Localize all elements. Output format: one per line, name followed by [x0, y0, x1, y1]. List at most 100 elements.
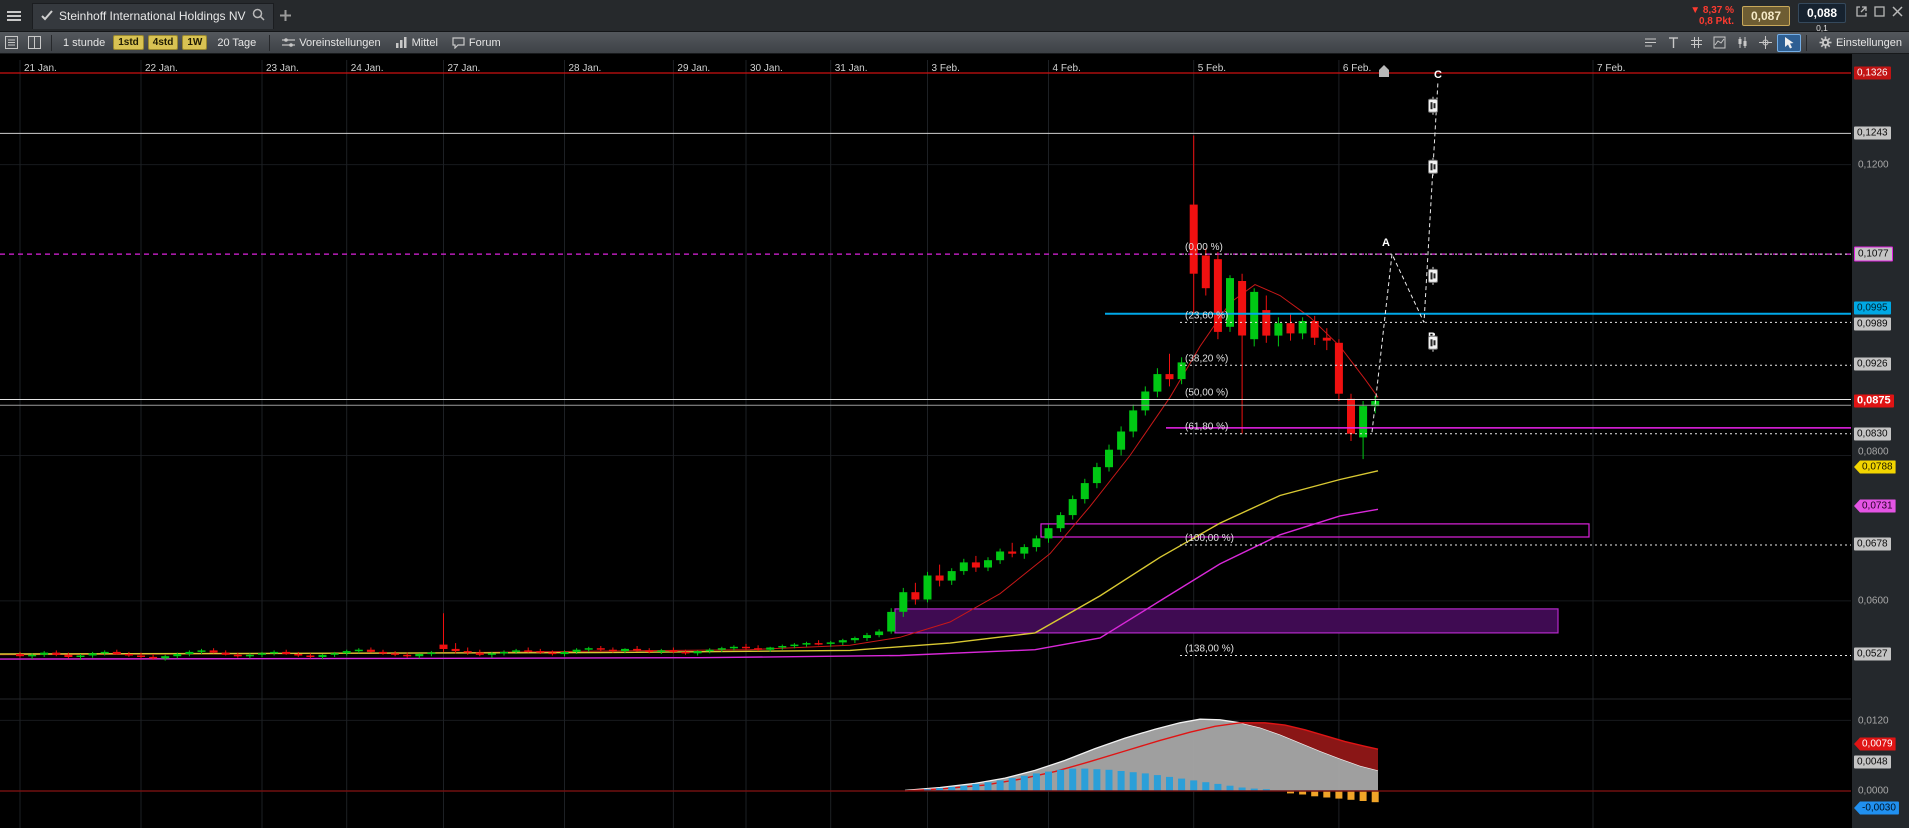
- zone-box: [1040, 523, 1590, 538]
- text-tool-icon[interactable]: [1662, 32, 1685, 53]
- topbar: Steinhoff International Holdings NV ▼ 8,…: [0, 0, 1909, 33]
- histogram-bar: [1153, 775, 1161, 791]
- histogram-bar: [1214, 783, 1222, 791]
- date-axis: 21 Jan. 22 Jan. 23 Jan. 24 Jan. 27 Jan. 28 Ja…: [19, 60, 1625, 828]
- svg-text:23 Jan.: 23 Jan.: [266, 63, 299, 74]
- svg-text:5 Feb.: 5 Feb.: [1198, 63, 1226, 74]
- histogram-bar: [1335, 791, 1343, 799]
- axis-price-label: 0,0830: [1854, 427, 1891, 441]
- ask-wrap: 0,088 0,1: [1798, 0, 1846, 33]
- svg-text:28 Jan.: 28 Jan.: [569, 63, 602, 74]
- chart-toolbar: 1 stunde 1std 4std 1W 20 Tage Voreinstel…: [0, 32, 1909, 54]
- axis-price-label: 0,0079: [1854, 737, 1896, 751]
- histogram-bar: [972, 783, 980, 791]
- svg-text:21 Jan.: 21 Jan.: [24, 63, 57, 74]
- histogram-bar: [1105, 769, 1113, 791]
- menu-icon[interactable]: [0, 0, 28, 31]
- svg-text:30 Jan.: 30 Jan.: [750, 63, 783, 74]
- instrument-title: Steinhoff International Holdings NV: [59, 9, 246, 23]
- crosshair-icon[interactable]: [1754, 32, 1777, 53]
- popout-icon[interactable]: [1854, 3, 1869, 22]
- list-view-icon[interactable]: [0, 32, 23, 53]
- panels-icon[interactable]: [23, 32, 46, 53]
- fib-label: (0,00 %): [1185, 242, 1223, 253]
- axis-price-label: 0,0926: [1854, 357, 1891, 371]
- add-tab-button[interactable]: [274, 0, 297, 31]
- timeframe-4std-button[interactable]: 4std: [147, 35, 179, 50]
- search-icon[interactable]: [252, 8, 265, 24]
- fib-label: (23,60 %): [1185, 310, 1228, 321]
- histogram-bar: [1081, 768, 1089, 791]
- voreinstellungen-button[interactable]: Voreinstellungen: [275, 32, 387, 53]
- compare-icon[interactable]: [1708, 32, 1731, 53]
- chart-type-icon[interactable]: [1731, 32, 1754, 53]
- fib-label: (38,20 %): [1185, 353, 1228, 364]
- histogram-bar: [1166, 776, 1173, 791]
- histogram-bar: [1178, 778, 1186, 791]
- svg-text:27 Jan.: 27 Jan.: [448, 63, 481, 74]
- pattern-flag-icon: [1428, 98, 1438, 113]
- svg-text:6 Feb.: 6 Feb.: [1343, 63, 1371, 74]
- pattern-flag-icon: [1428, 159, 1438, 174]
- axis-price-label: 0,0527: [1854, 647, 1891, 661]
- histogram-bar: [1371, 791, 1379, 803]
- axis-price-label: 0,0120: [1858, 715, 1889, 727]
- chart-container: 21 Jan. 22 Jan. 23 Jan. 24 Jan. 27 Jan. 28 Ja…: [0, 54, 1909, 828]
- chart-check-icon: [41, 9, 53, 24]
- pattern-flag-icon: [1428, 268, 1438, 283]
- histogram-bar: [1129, 772, 1137, 791]
- chart-marker-icon: [1379, 65, 1389, 77]
- window-controls: [1854, 0, 1905, 32]
- separator: [269, 34, 271, 51]
- price-chart[interactable]: 21 Jan. 22 Jan. 23 Jan. 24 Jan. 27 Jan. 28 Ja…: [0, 54, 1851, 828]
- histogram-bar: [1117, 771, 1125, 791]
- histogram-bar: [996, 780, 1004, 791]
- fib-label: (100,00 %): [1185, 533, 1234, 544]
- change-points: 0,8 Pkt.: [1698, 16, 1734, 27]
- range-label[interactable]: 20 Tage: [217, 37, 256, 49]
- zone-box: [894, 608, 1559, 634]
- instrument-tab[interactable]: Steinhoff International Holdings NV: [32, 2, 274, 29]
- axis-price-label: 0,0600: [1858, 595, 1889, 607]
- svg-text:22 Jan.: 22 Jan.: [145, 63, 178, 74]
- timeframe-1std-button[interactable]: 1std: [113, 35, 144, 50]
- axis-price-label: 0,0995: [1854, 301, 1891, 315]
- axis-price-label: 0,0875: [1854, 394, 1894, 408]
- news-icon[interactable]: [1639, 32, 1662, 53]
- sliders-icon: [282, 38, 296, 47]
- histogram-bar: [1069, 768, 1077, 791]
- svg-text:24 Jan.: 24 Jan.: [351, 63, 384, 74]
- close-icon[interactable]: [1890, 3, 1905, 22]
- projection-label: A: [1382, 237, 1390, 249]
- timeframe-1w-button[interactable]: 1W: [182, 35, 208, 50]
- cursor-tool-icon[interactable]: [1776, 33, 1801, 52]
- histogram-bar: [984, 782, 992, 791]
- histogram-bar: [1190, 780, 1198, 791]
- fib-label: (138,00 %): [1185, 644, 1234, 655]
- axis-price-label: 0,0678: [1854, 537, 1891, 551]
- price-axis[interactable]: 0,1326 0,1243 0,1200 0,1077 0,0995 0,0989 0,09…: [1851, 54, 1909, 828]
- histogram-bar: [1141, 773, 1149, 791]
- histogram-bar: [1226, 785, 1234, 791]
- svg-text:3 Feb.: 3 Feb.: [932, 63, 960, 74]
- histogram-bar: [1347, 791, 1355, 800]
- axis-price-label: 0,0000: [1858, 785, 1889, 797]
- axis-price-label: 0,1326: [1854, 66, 1891, 80]
- histogram-bar: [1202, 782, 1210, 791]
- histogram-bar: [960, 785, 968, 791]
- einstellungen-button[interactable]: Einstellungen: [1812, 32, 1909, 53]
- ask-price[interactable]: 0,088: [1798, 3, 1846, 23]
- timeframe-label[interactable]: 1 stunde: [63, 37, 105, 49]
- fib-label: (50,00 %): [1185, 388, 1228, 399]
- bid-price[interactable]: 0,087: [1742, 6, 1790, 26]
- histogram-bar: [1323, 791, 1331, 798]
- quote-panel: ▼ 8,37 % 0,8 Pkt. 0,087 0,088 0,1: [1690, 0, 1905, 33]
- indicator-icon: [395, 37, 407, 48]
- fib-label: (61,80 %): [1185, 422, 1228, 433]
- maximize-icon[interactable]: [1872, 3, 1887, 22]
- mittel-button[interactable]: Mittel: [388, 32, 445, 53]
- price-change: ▼ 8,37 % 0,8 Pkt.: [1690, 5, 1734, 27]
- grid-icon[interactable]: [1685, 32, 1708, 53]
- axis-price-label: 0,1200: [1858, 159, 1889, 171]
- forum-button[interactable]: Forum: [445, 32, 508, 53]
